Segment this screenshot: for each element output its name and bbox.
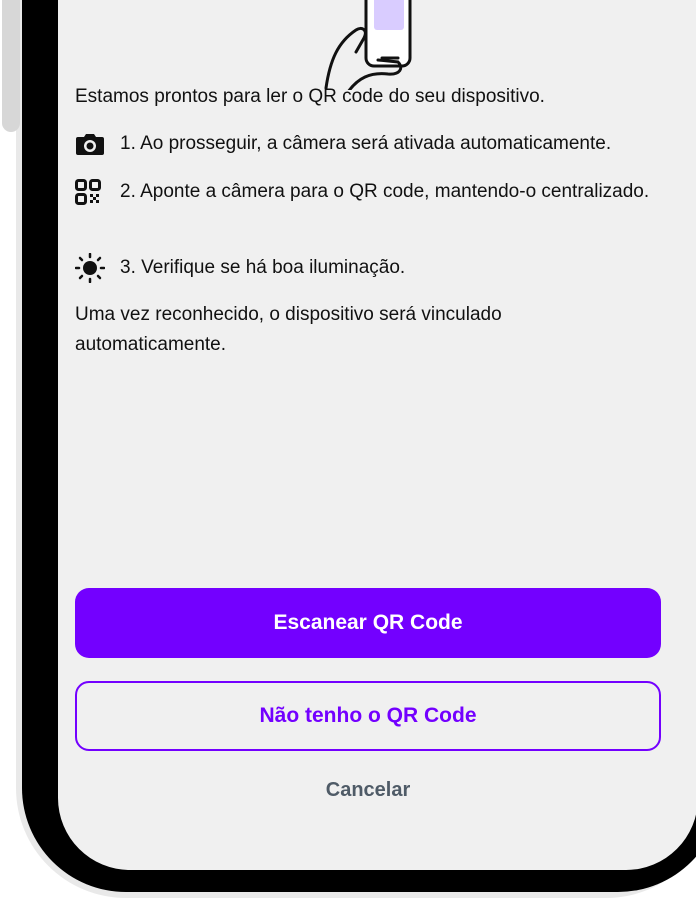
step-camera: 1. Ao prosseguir, a câmera será ativada …	[75, 130, 665, 158]
qr-code-icon	[75, 178, 109, 206]
phone-side-button	[2, 0, 20, 132]
no-qr-code-button[interactable]: Não tenho o QR Code	[75, 681, 661, 751]
intro-text: Estamos prontos para ler o QR code do se…	[75, 86, 545, 107]
step-text: 3. Verifique se há boa iluminação.	[120, 257, 406, 278]
sun-icon	[75, 253, 109, 283]
step-lighting: 3. Verifique se há boa iluminação.	[75, 253, 665, 283]
phone-screen: Estamos prontos para ler o QR code do se…	[58, 0, 696, 870]
camera-icon	[75, 130, 109, 158]
scan-qr-code-button[interactable]: Escanear QR Code	[75, 588, 661, 658]
outro-text: Uma vez reconhecido, o dispositivo será …	[75, 304, 502, 355]
step-qr-code: 2. Aponte a câmera para o QR code, mante…	[75, 178, 665, 206]
step-text: 1. Ao prosseguir, a câmera será ativada …	[120, 133, 612, 154]
step-text: 2. Aponte a câmera para o QR code, mante…	[120, 181, 650, 202]
hand-holding-phone-icon	[324, 0, 412, 90]
cancel-button[interactable]: Cancelar	[75, 772, 661, 808]
